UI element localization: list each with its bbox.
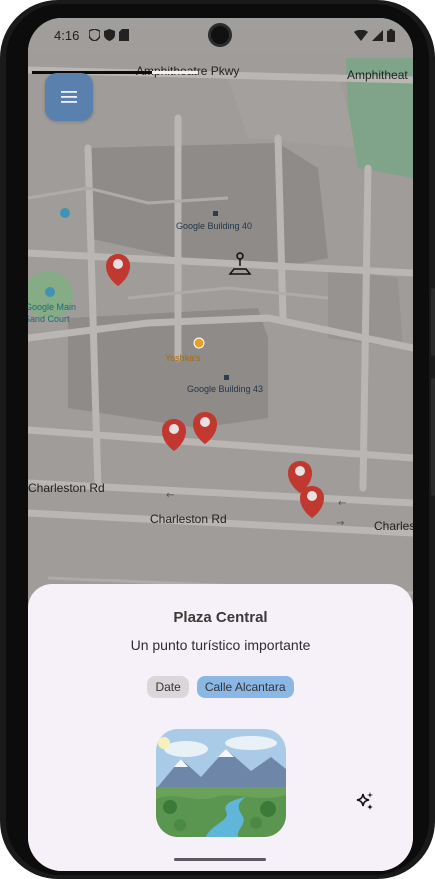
battery-icon	[387, 28, 395, 42]
sports-icon	[60, 208, 70, 218]
map-loading-progress-fill	[32, 71, 152, 74]
road-arrow-icon: →	[336, 518, 344, 529]
front-camera	[208, 23, 232, 47]
landscape-thumbnail	[156, 729, 286, 837]
volume-button	[431, 378, 435, 496]
poi-sand-court-line-1[interactable]: Google Main	[28, 302, 76, 312]
chip-street[interactable]: Calle Alcantara	[196, 676, 294, 698]
sparkle-button[interactable]	[354, 791, 376, 813]
chip-date[interactable]: Date	[147, 676, 189, 698]
poi-sand-court-line-2[interactable]: Sand Court	[28, 314, 70, 324]
sparkle-icon	[356, 792, 373, 810]
road-label-charleston-left: Charleston Rd	[28, 481, 105, 495]
status-time: 4:16	[54, 27, 80, 43]
road-arrow-icon: ←	[338, 498, 346, 509]
road-label-charleston-mid: Charleston Rd	[150, 512, 227, 526]
privacy-icon	[104, 29, 116, 41]
place-image[interactable]	[156, 729, 286, 837]
poi-google-building-40[interactable]: Google Building 40	[176, 221, 252, 231]
road-arrow-icon: ←	[166, 490, 174, 501]
wifi-icon	[354, 29, 368, 41]
place-details-sheet[interactable]: Plaza Central Un punto turístico importa…	[28, 584, 413, 871]
restaurant-icon	[193, 337, 205, 349]
road-label-charleston-right: Charleston Rd	[374, 519, 413, 533]
place-chips: Date Calle Alcantara	[28, 676, 413, 698]
shield-icon	[89, 29, 101, 41]
menu-icon	[61, 91, 77, 103]
poi-yoshkas[interactable]: Yoshka's	[165, 353, 201, 363]
building-icon	[224, 375, 229, 380]
sports-icon	[45, 287, 55, 297]
screen: Amphitheatre Pkwy Amphitheat Google Buil…	[28, 18, 413, 871]
power-button	[431, 288, 435, 356]
menu-button[interactable]	[45, 73, 93, 121]
sd-card-icon	[119, 29, 130, 41]
signal-icon	[372, 29, 383, 41]
place-title: Plaza Central	[173, 609, 268, 626]
place-description: Un punto turístico importante	[130, 637, 311, 653]
home-indicator[interactable]	[174, 858, 266, 861]
poi-google-building-43[interactable]: Google Building 43	[187, 384, 263, 394]
building-icon	[213, 211, 218, 216]
road-label-amphitheatre-right: Amphitheat	[347, 68, 408, 82]
